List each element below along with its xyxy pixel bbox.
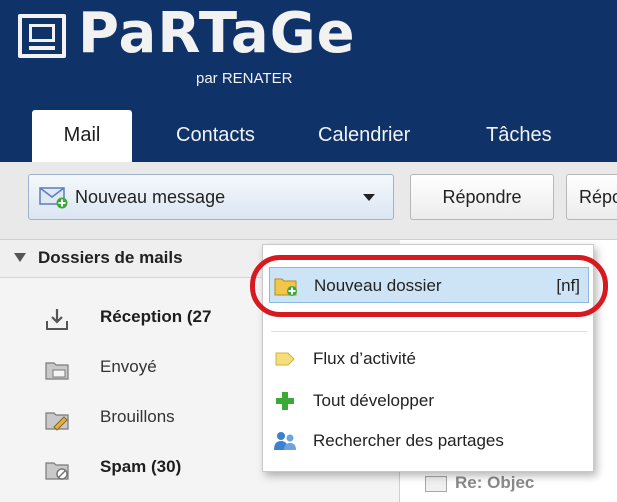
menu-item-label: Rechercher des partages [313, 431, 504, 450]
envelope-icon [425, 476, 447, 492]
drafts-icon [45, 412, 69, 431]
new-message-button[interactable]: Nouveau message [28, 174, 394, 220]
folder-label: Envoyé [100, 357, 157, 376]
menu-item-activity-stream[interactable]: Flux d’activité [269, 341, 589, 377]
tab-tasks[interactable]: Tâches [486, 110, 552, 162]
folder-label: Réception (27 [100, 307, 212, 326]
folder-label: Brouillons [100, 407, 175, 426]
inbox-icon [46, 309, 68, 330]
menu-divider [271, 331, 587, 332]
brand-subtitle: par RENATER [196, 70, 293, 87]
menu-item-expand-all[interactable]: Tout développer [269, 383, 589, 419]
chevron-down-icon[interactable] [363, 194, 375, 201]
activity-stream-icon [275, 352, 295, 366]
toolbar: Nouveau message Répondre Répo [0, 162, 617, 240]
collapse-arrow-icon[interactable] [14, 253, 26, 262]
menu-item-label: Flux d’activité [313, 349, 416, 368]
spam-icon [45, 462, 69, 480]
tab-calendar[interactable]: Calendrier [318, 110, 410, 162]
new-message-label: Nouveau message [75, 187, 226, 207]
app-header: PaRTaGe par RENATER [0, 0, 617, 110]
highlight-annotation-oval [250, 255, 608, 317]
new-message-icon [39, 187, 68, 209]
sent-icon [45, 362, 69, 380]
app-tabs: Mail Contacts Calendrier Tâches [0, 110, 617, 162]
folder-label: Spam (30) [100, 457, 182, 476]
tab-mail[interactable]: Mail [32, 110, 132, 162]
reply-button[interactable]: Répondre [410, 174, 554, 220]
menu-item-find-shares[interactable]: Rechercher des partages [269, 423, 589, 459]
tab-contacts[interactable]: Contacts [176, 110, 255, 162]
find-shares-icon [274, 432, 296, 450]
message-subject-snippet[interactable]: Re: Objec [455, 473, 534, 493]
expand-all-icon [276, 392, 294, 410]
reply-all-button[interactable]: Répo [566, 174, 617, 220]
logo-icon [18, 14, 66, 58]
menu-item-label: Tout développer [313, 391, 434, 410]
brand-name: PaRTaGe [78, 1, 356, 66]
folders-header-label: Dossiers de mails [38, 248, 183, 267]
